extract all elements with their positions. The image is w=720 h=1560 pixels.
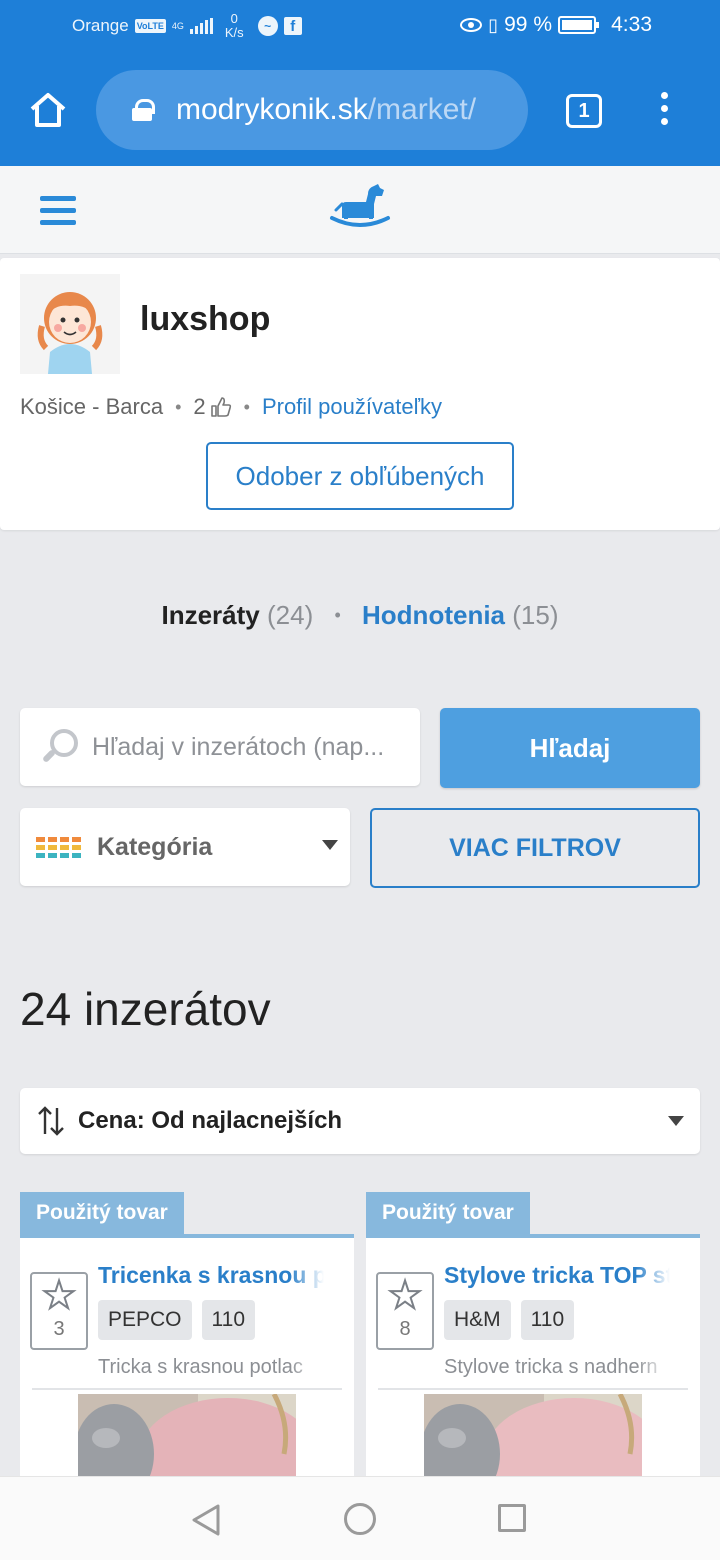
likes-count: 2 [193, 394, 206, 419]
condition-badge: Použitý tovar [20, 1192, 184, 1234]
size-chip: 110 [520, 1300, 575, 1340]
status-right: ▯ 99 % [460, 13, 599, 37]
location-text: Košice - Barca [20, 394, 164, 419]
category-grid-icon [36, 836, 81, 858]
messenger-icon: ~ [257, 16, 278, 36]
facebook-icon: f [283, 17, 302, 35]
tab-ads-count: (24) [266, 600, 314, 630]
brand-chip: H&M [444, 1300, 511, 1340]
tabs-icon[interactable]: 1 [566, 94, 602, 128]
shop-name: luxshop [140, 300, 271, 338]
eye-icon [460, 18, 483, 32]
listing-title[interactable]: Stylove tricka TOP st [444, 1262, 670, 1289]
browser-toolbar: modrykonik.sk /market/ 1 [0, 56, 720, 166]
rocking-horse-logo[interactable] [328, 180, 392, 230]
search-box [20, 708, 420, 786]
sort-icon [38, 1106, 64, 1136]
speed-value: 0 [230, 11, 238, 26]
battery-icon [558, 16, 599, 34]
unfollow-button[interactable]: Odober z obľúbených [206, 442, 514, 510]
listing-description: Tricka s krasnou potlac [98, 1356, 324, 1379]
profile-tabs: Inzeráty (24) • Hodnotenia (15) [0, 600, 720, 631]
tab-ads-label: Inzeráty [161, 600, 260, 630]
home-circle-icon[interactable] [344, 1503, 376, 1535]
listing-tags: PEPCO 110 [98, 1300, 256, 1340]
more-vert-icon[interactable] [656, 92, 672, 132]
favorite-count: 3 [53, 1318, 65, 1340]
star-icon: ★ [387, 1274, 423, 1318]
divider [378, 1388, 688, 1390]
chevron-down-icon [668, 1116, 684, 1126]
tab-reviews-label: Hodnotenia [362, 600, 506, 630]
system-nav-bar [0, 1476, 720, 1560]
lock-icon [132, 99, 155, 121]
site-header [0, 166, 720, 254]
results-count: 24 inzerátov [20, 983, 271, 1035]
back-icon[interactable] [190, 1503, 222, 1537]
home-icon[interactable] [28, 90, 68, 130]
listing-title[interactable]: Tricenka s krasnou p [98, 1262, 324, 1289]
favorite-button[interactable]: ★ 8 [376, 1272, 434, 1350]
signal-icon [189, 18, 213, 34]
url-bar[interactable]: modrykonik.sk /market/ [96, 70, 528, 150]
category-label: Kategória [97, 832, 213, 861]
carrier-name: Orange [72, 16, 129, 35]
volte-icon: VoLTE [134, 19, 166, 33]
clock: 4:33 [611, 13, 652, 37]
speed-unit: K/s [224, 25, 244, 40]
search-icon [38, 727, 78, 767]
brand-chip: PEPCO [98, 1300, 192, 1340]
listing-description: Stylove tricka s nadhern [444, 1356, 670, 1379]
sort-select[interactable]: Cena: Od najlacnejších [20, 1088, 700, 1154]
favorite-count: 8 [399, 1318, 411, 1340]
listing-card[interactable]: Použitý tovar ★ 8 Stylove tricka TOP st … [366, 1192, 700, 1498]
more-filters-button[interactable]: VIAC FILTROV [370, 808, 700, 888]
profile-card: luxshop Košice - Barca • 2 • Profil použ… [0, 258, 720, 530]
tab-reviews[interactable]: Hodnotenia (15) [362, 600, 558, 630]
chevron-down-icon [322, 840, 338, 850]
listing-body: ★ 3 Tricenka s krasnou p PEPCO 110 Trick… [20, 1234, 354, 1498]
url-host: modrykonik.sk [176, 93, 368, 126]
listing-body: ★ 8 Stylove tricka TOP st H&M 110 Stylov… [366, 1234, 700, 1498]
search-input[interactable] [92, 732, 412, 762]
tab-reviews-count: (15) [512, 600, 559, 630]
hamburger-icon[interactable] [40, 196, 76, 226]
network-type: 4G [171, 21, 184, 31]
meta-separator: • [243, 396, 250, 417]
star-icon: ★ [41, 1274, 77, 1318]
condition-badge: Použitý tovar [366, 1192, 530, 1234]
search-button[interactable]: Hľadaj [440, 708, 700, 788]
listing-card[interactable]: Použitý tovar ★ 3 Tricenka s krasnou p P… [20, 1192, 354, 1498]
status-left: Orange VoLTE 4G 0 K/s ~ f [72, 12, 302, 40]
divider [32, 1388, 342, 1390]
meta-separator: • [175, 396, 182, 417]
size-chip: 110 [201, 1300, 256, 1340]
tab-separator: • [334, 605, 341, 625]
sort-label: Cena: Od najlacnejších [78, 1107, 343, 1134]
favorite-button[interactable]: ★ 3 [30, 1272, 88, 1350]
recents-icon[interactable] [498, 1504, 526, 1532]
profile-meta: Košice - Barca • 2 • Profil používateľky [20, 394, 442, 420]
category-select[interactable]: Kategória [20, 808, 350, 886]
profile-link[interactable]: Profil používateľky [262, 394, 442, 420]
listing-tags: H&M 110 [444, 1300, 575, 1340]
status-bar: Orange VoLTE 4G 0 K/s ~ f ▯ 99 % 4:33 [0, 0, 720, 56]
battery-percent: 99 % [504, 13, 552, 36]
network-speed: 0 K/s [225, 12, 244, 40]
url-path: /market/ [367, 93, 477, 126]
clock-time: 4:33 [611, 13, 652, 36]
vibrate-icon: ▯ [488, 14, 499, 35]
thumbs-up-icon [210, 397, 231, 417]
avatar[interactable] [20, 274, 120, 374]
tab-ads[interactable]: Inzeráty (24) [161, 600, 313, 630]
